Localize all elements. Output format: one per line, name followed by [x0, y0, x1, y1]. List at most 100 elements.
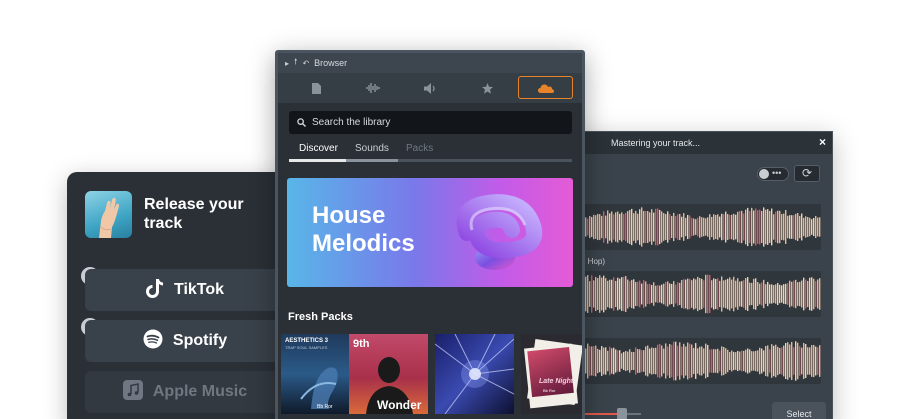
browser-window: ▸ 🠕 ↶ Browser Discover Sounds Packs [275, 50, 585, 419]
waveform-bar [743, 280, 745, 308]
pack-card[interactable]: Late Night Bb Ror [521, 334, 582, 414]
speaker-icon[interactable] [412, 73, 448, 103]
waveform-bar [619, 350, 621, 372]
apple-music-button[interactable]: Apple Music [85, 371, 285, 413]
search-box[interactable] [289, 111, 572, 134]
waveform-bar [753, 210, 755, 244]
caret-right-icon[interactable]: ▸ [285, 59, 289, 68]
waveform-bar [809, 277, 811, 311]
waveform-bar [657, 285, 659, 303]
waveform-bar [679, 282, 681, 306]
waveform-bar [615, 280, 617, 308]
waveform-bar [695, 343, 697, 379]
waveform-bar [727, 213, 729, 241]
waveform-bar [773, 285, 775, 303]
file-icon[interactable] [298, 73, 334, 103]
waveform-bar [771, 208, 773, 246]
up-arrow-icon[interactable]: 🠕 [294, 56, 297, 70]
spotify-button[interactable]: Spotify [85, 320, 285, 362]
waveform-bar [791, 281, 793, 307]
waveform-bar [629, 349, 631, 373]
waveform-bar [799, 215, 801, 239]
waveform-bar [757, 210, 759, 244]
tiktok-button[interactable]: TikTok [85, 269, 285, 311]
close-icon[interactable]: × [819, 135, 826, 149]
waveform-bar [721, 276, 723, 312]
waveform-bar [641, 207, 643, 247]
waveform-bar [689, 343, 691, 379]
waveform-bar [613, 277, 615, 311]
waveform-icon[interactable] [355, 73, 391, 103]
waveform-bar [745, 209, 747, 245]
waveform-bar [605, 215, 607, 239]
release-artwork [85, 191, 132, 238]
waveform-bar [633, 213, 635, 241]
waveform-bar [797, 282, 799, 306]
volume-slider-handle[interactable] [617, 408, 627, 419]
star-icon[interactable] [469, 73, 505, 103]
pack-art-light-rays [435, 334, 514, 414]
waveform-bar [595, 215, 597, 239]
waveform-bar [617, 277, 619, 311]
waveform-bar [717, 214, 719, 240]
waveform-bar [689, 215, 691, 239]
pack-card[interactable]: 9th Wonder [349, 334, 428, 414]
waveform-bar [585, 217, 587, 237]
waveform-bar [629, 281, 631, 307]
waveform-bar [781, 347, 783, 375]
mastering-toggle[interactable]: ••• [757, 167, 789, 181]
pack-artist: Bb Ror [543, 388, 556, 393]
waveform-bar [719, 350, 721, 372]
waveform-bar [729, 214, 731, 240]
waveform-bar [741, 350, 743, 372]
refresh-button[interactable]: ⟳ [794, 165, 820, 182]
waveform-bar [661, 284, 663, 304]
waveform-bar [605, 347, 607, 375]
waveform-bar [785, 343, 787, 379]
waveform-bar [767, 345, 769, 377]
waveform-bar [671, 344, 673, 378]
waveform-bar [787, 283, 789, 305]
waveform-bar [633, 279, 635, 309]
waveform-bar [607, 280, 609, 308]
waveform-bar [779, 347, 781, 375]
waveform-bar [753, 278, 755, 310]
waveform-bar [795, 341, 797, 381]
waveform-bar [655, 208, 657, 246]
waveform-bar [773, 345, 775, 377]
pack-card[interactable] [435, 334, 514, 414]
search-input[interactable] [312, 117, 552, 128]
tabs-underline-active [289, 159, 346, 162]
waveform-bar [699, 216, 701, 238]
tab-packs[interactable]: Packs [406, 143, 433, 154]
waveform-bar [755, 350, 757, 372]
waveform-bar [611, 211, 613, 243]
waveform-bar [691, 280, 693, 308]
select-button[interactable]: Select [772, 402, 826, 419]
waveform-bar [601, 215, 603, 239]
waveform-bar [649, 283, 651, 305]
waveform-bar [793, 215, 795, 239]
waveform-bar [671, 215, 673, 239]
waveform-bar [705, 274, 707, 314]
cloud-icon[interactable] [518, 76, 573, 99]
featured-banner[interactable]: House Melodics [287, 178, 573, 287]
tab-discover[interactable]: Discover [299, 143, 338, 154]
waveform-bar [819, 345, 821, 377]
waveform-bar [667, 346, 669, 376]
waveform-bar [657, 344, 659, 378]
waveform-bar [605, 278, 607, 310]
waveform-bar [673, 341, 675, 381]
waveform-bar [741, 210, 743, 244]
waveform-bar [693, 218, 695, 236]
waveform-bar [589, 346, 591, 376]
undo-icon[interactable]: ↶ [302, 59, 309, 68]
waveform-bar [725, 348, 727, 374]
pack-subtitle: Wonder [377, 398, 422, 412]
tab-sounds[interactable]: Sounds [355, 143, 389, 154]
waveform-bar [809, 217, 811, 237]
waveform-bar [807, 217, 809, 237]
waveform-bar [645, 346, 647, 376]
waveform-bar [651, 347, 653, 375]
waveform-bar [811, 345, 813, 377]
